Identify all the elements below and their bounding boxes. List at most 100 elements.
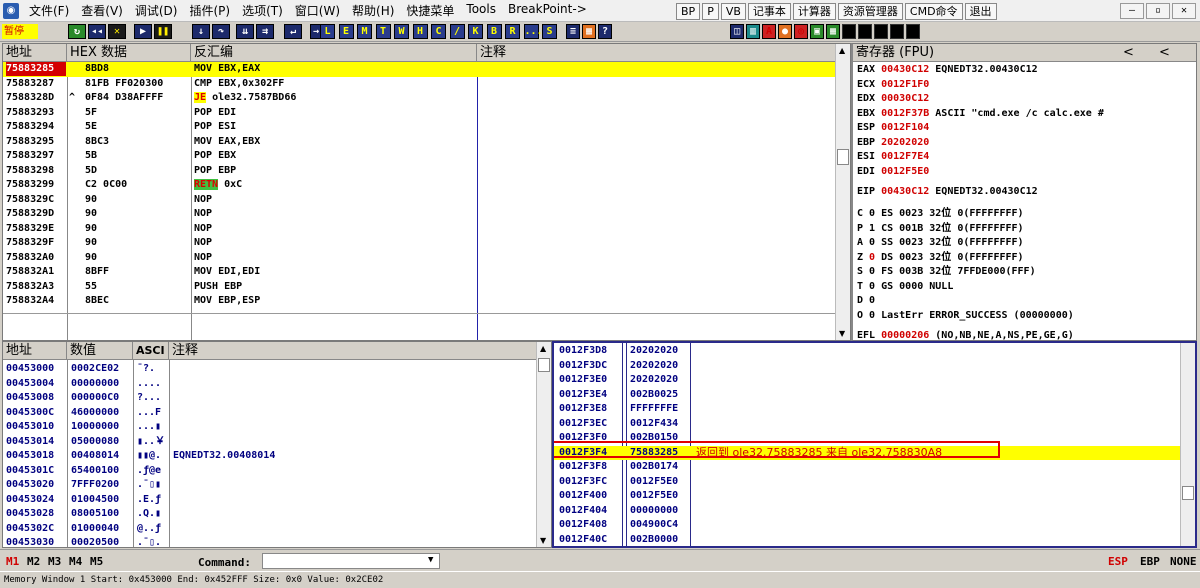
close-icon[interactable]: ✕ [108, 24, 126, 39]
col-addr-header[interactable]: 地址 [3, 44, 67, 62]
register-efl[interactable]: EFL 00000206 (NO,NB,NE,A,NS,PE,GE,G) [857, 329, 1187, 340]
stack-row[interactable]: 0012F408 004900C4 [554, 518, 1180, 533]
dump-ascii-header[interactable]: ASCI [133, 342, 169, 360]
reg-value[interactable]: 0012F5E0 [881, 166, 929, 177]
dump-row[interactable]: 00453028 08005100 .Q.▮ [3, 507, 537, 522]
disasm-row[interactable]: 75883299 C2 0C00 RETN 0xC [3, 178, 837, 193]
ebp-toggle[interactable]: EBP [1140, 555, 1160, 568]
menu-item-5[interactable]: 窗口(W) [289, 2, 346, 19]
menu-item-9[interactable]: BreakPoint-> [502, 2, 593, 19]
disasm-row[interactable]: 758832A0 90 NOP [3, 251, 837, 266]
quick-button-5[interactable]: 资源管理器 [837, 3, 903, 20]
disasm-row[interactable]: 7588329D 90 NOP [3, 207, 837, 222]
restore-icon[interactable]: ▫ [1146, 3, 1170, 19]
reg-value[interactable]: 0012F37B [881, 108, 929, 119]
stack-row[interactable]: 0012F40C 002B0000 [554, 533, 1180, 547]
dump-val-header[interactable]: 数值 [67, 342, 133, 360]
quick-button-1[interactable]: P [702, 3, 719, 20]
plugin-icon-2[interactable]: ▥ [746, 24, 760, 39]
dump-row[interactable]: 00453020 7FFF0200 .ˉ▯▮ [3, 478, 537, 493]
registers-pane[interactable]: 寄存器 (FPU) < < EAX 00430C12 EQNEDT32.0043… [851, 43, 1197, 341]
disasm-row[interactable]: 758832A1 8BFF MOV EDI,EDI [3, 265, 837, 280]
dump-row[interactable]: 00453014 05000080 ▮..￥ [3, 435, 537, 450]
flag-row-z[interactable]: Z 0 DS 0023 32位 0(FFFFFFFF) [857, 251, 1187, 266]
menu-item-3[interactable]: 插件(P) [183, 2, 236, 19]
col-asm-header[interactable]: 反汇编 [191, 44, 477, 62]
window-button-R[interactable]: R [505, 24, 520, 39]
register-ebp[interactable]: EBP 20202020 [857, 136, 1187, 151]
disasm-scrollbar[interactable]: ▲ ▼ [835, 44, 850, 340]
dump-row[interactable]: 00453010 10000000 ...▮ [3, 420, 537, 435]
flag-value[interactable]: 0 [869, 295, 875, 306]
register-esi[interactable]: ESI 0012F7E4 [857, 150, 1187, 165]
register-edi[interactable]: EDI 0012F5E0 [857, 165, 1187, 180]
quick-button-2[interactable]: VB [720, 3, 746, 20]
window-button-T[interactable]: T [375, 24, 391, 39]
memory-tab-m5[interactable]: M5 [90, 555, 103, 568]
dump-comment-header[interactable]: 注释 [169, 342, 539, 360]
window-button-B[interactable]: B [486, 24, 502, 39]
register-esp[interactable]: ESP 0012F104 [857, 121, 1187, 136]
quick-button-3[interactable]: 记事本 [747, 3, 791, 20]
window-button-...[interactable]: ... [523, 24, 543, 39]
window-button-M[interactable]: M [357, 24, 372, 39]
register-eax[interactable]: EAX 00430C12 EQNEDT32.00430C12 [857, 63, 1187, 78]
disasm-row[interactable]: 75883295 8BC3 MOV EAX,EBX [3, 135, 837, 150]
disasm-row[interactable]: 75883297 5B POP EBX [3, 149, 837, 164]
dump-addr-header[interactable]: 地址 [3, 342, 67, 360]
pause-icon[interactable]: ❚❚ [154, 24, 172, 39]
stack-row[interactable]: 0012F3FC 0012F5E0 [554, 475, 1180, 490]
disasm-row[interactable]: 75883294 5E POP ESI [3, 120, 837, 135]
register-eip[interactable]: EIP 00430C12 EQNEDT32.00430C12 [857, 185, 1187, 200]
menu-item-1[interactable]: 查看(V) [75, 2, 129, 19]
step-into-icon[interactable]: ↓ [192, 24, 210, 39]
stack-row[interactable]: 0012F404 00000000 [554, 504, 1180, 519]
memory-tab-m4[interactable]: M4 [69, 555, 82, 568]
disasm-row[interactable]: 758832A4 8BEC MOV EBP,ESP [3, 294, 837, 309]
reg-value[interactable]: 20202020 [881, 137, 929, 148]
command-input[interactable] [262, 553, 440, 569]
stack-row[interactable]: 0012F3D8 20202020 [554, 344, 1180, 359]
menu-item-6[interactable]: 帮助(H) [346, 2, 400, 19]
none-toggle[interactable]: NONE [1170, 555, 1197, 568]
options-icon[interactable]: ≡ [566, 24, 580, 39]
dump-row[interactable]: 00453008 000000C0?... [3, 391, 537, 406]
trace-into-icon[interactable]: ⇊ [236, 24, 254, 39]
register-ebx[interactable]: EBX 0012F37B ASCII "cmd.exe /c calc.exe … [857, 107, 1187, 122]
flag-row-p[interactable]: P 1 CS 001B 32位 0(FFFFFFFF) [857, 222, 1187, 237]
dump-row[interactable]: 0045301C 65400100 .ƒ@e [3, 464, 537, 479]
col-comment-header[interactable]: 注释 [477, 44, 837, 62]
plugin-icon-7[interactable]: ▦ [826, 24, 840, 39]
window-button-E[interactable]: E [338, 24, 354, 39]
stack-scrollbar[interactable] [1180, 343, 1195, 546]
grid-icon[interactable]: ▦ [582, 24, 596, 39]
stack-row[interactable]: 0012F3DC 20202020 [554, 359, 1180, 374]
memory-dump-pane[interactable]: 地址 数值 ASCI 注释 00453000 0002CE02 ˉ?. 0045300… [2, 341, 552, 548]
flag-row-t[interactable]: T 0 GS 0000 NULL [857, 280, 1187, 295]
disasm-row[interactable]: 75883287 81FB FF020300 CMP EBX,0x302FF [3, 77, 837, 92]
col-hex-header[interactable]: HEX 数据 [67, 44, 191, 62]
step-over-icon[interactable]: ↷ [212, 24, 230, 39]
flag-row-s[interactable]: S 0 FS 003B 32位 7FFDE000(FFF) [857, 265, 1187, 280]
plugin-icon-5[interactable]: ◎ [794, 24, 808, 39]
plugin-icon-3[interactable]: A [762, 24, 776, 39]
execute-till-return-icon[interactable]: ↵ [284, 24, 302, 39]
dump-row[interactable]: 0045302C 01000040 @..ƒ [3, 522, 537, 537]
dump-row[interactable]: 00453018 00408014 ▮▮@. EQNEDT32.00408014 [3, 449, 537, 464]
window-button-S[interactable]: S [542, 24, 557, 39]
stack-row[interactable]: 0012F3E4 002B0025 [554, 388, 1180, 403]
menu-item-0[interactable]: 文件(F) [23, 2, 75, 19]
reg-value[interactable]: 0012F104 [881, 122, 929, 133]
quick-button-0[interactable]: BP [676, 3, 701, 20]
window-button-K[interactable]: K [468, 24, 483, 39]
rewind-icon[interactable]: ◂◂ [88, 24, 106, 39]
plugin-icon-4[interactable]: ● [778, 24, 792, 39]
menu-item-4[interactable]: 选项(T) [236, 2, 289, 19]
stack-row[interactable]: 0012F3E0 20202020 [554, 373, 1180, 388]
plugin-icon-1[interactable]: ◫ [730, 24, 744, 39]
quick-button-4[interactable]: 计算器 [792, 3, 836, 20]
window-button-H[interactable]: H [412, 24, 428, 39]
stack-row[interactable]: 0012F3E8 FFFFFFFE [554, 402, 1180, 417]
flag-row-c[interactable]: C 0 ES 0023 32位 0(FFFFFFFF) [857, 207, 1187, 222]
window-button-W[interactable]: W [394, 24, 409, 39]
